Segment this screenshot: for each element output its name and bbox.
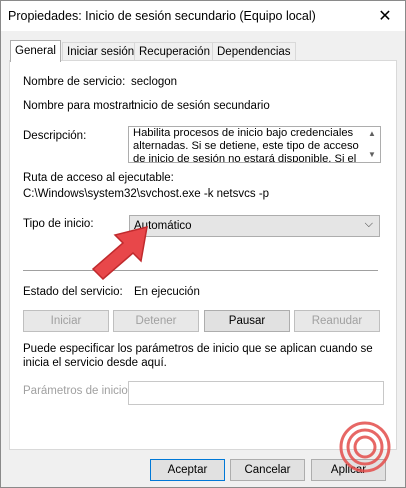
pause-button[interactable]: Pausar <box>204 310 290 332</box>
scroll-up-icon[interactable]: ▲ <box>368 130 376 138</box>
properties-dialog: Propiedades: Inicio de sesión secundario… <box>0 0 406 488</box>
tab-general[interactable]: General <box>10 40 61 62</box>
logo-icon <box>339 421 391 473</box>
start-button[interactable]: Iniciar <box>23 310 109 332</box>
status-value: En ejecución <box>134 286 200 298</box>
stop-button[interactable]: Detener <box>113 310 199 332</box>
params-input[interactable] <box>128 381 384 405</box>
tab-iniciar-sesion[interactable]: Iniciar sesión <box>62 42 140 61</box>
resume-button[interactable]: Reanudar <box>294 310 380 332</box>
params-label: Parámetros de inicio: <box>23 385 132 397</box>
service-name-value: seclogon <box>131 76 178 88</box>
description-scrollbar[interactable]: ▲ ▼ <box>364 127 380 162</box>
description-text: Habilita procesos de inicio bajo credenc… <box>133 127 359 163</box>
startup-type-label: Tipo de inicio: <box>23 218 94 230</box>
red-arrow-icon <box>91 225 148 281</box>
close-button[interactable]: ✕ <box>365 1 405 31</box>
path-label: Ruta de acceso al ejecutable: <box>23 172 174 184</box>
description-label: Descripción: <box>23 130 87 142</box>
status-label: Estado del servicio: <box>23 286 123 298</box>
startup-type-select[interactable]: Automático ⌵ <box>129 215 380 237</box>
window-title: Propiedades: Inicio de sesión secundario… <box>8 9 316 23</box>
ok-button[interactable]: Aceptar <box>150 459 225 481</box>
path-value: C:\Windows\system32\svchost.exe -k netsv… <box>23 188 270 200</box>
tab-recuperacion[interactable]: Recuperación <box>134 42 215 61</box>
tab-dependencias[interactable]: Dependencias <box>212 42 296 61</box>
scroll-down-icon[interactable]: ▼ <box>368 151 376 159</box>
params-hint: Puede especificar los parámetros de inic… <box>23 343 373 369</box>
description-box[interactable]: Habilita procesos de inicio bajo credenc… <box>128 126 381 163</box>
display-name-label: Nombre para mostrar: <box>23 100 136 112</box>
close-icon: ✕ <box>378 8 392 25</box>
divider <box>23 270 378 271</box>
cancel-button[interactable]: Cancelar <box>230 459 305 481</box>
chevron-down-icon: ⌵ <box>364 218 373 230</box>
service-name-label: Nombre de servicio: <box>23 76 126 88</box>
display-name-value: Inicio de sesión secundario <box>131 100 270 112</box>
title-bar: Propiedades: Inicio de sesión secundario… <box>1 1 405 31</box>
